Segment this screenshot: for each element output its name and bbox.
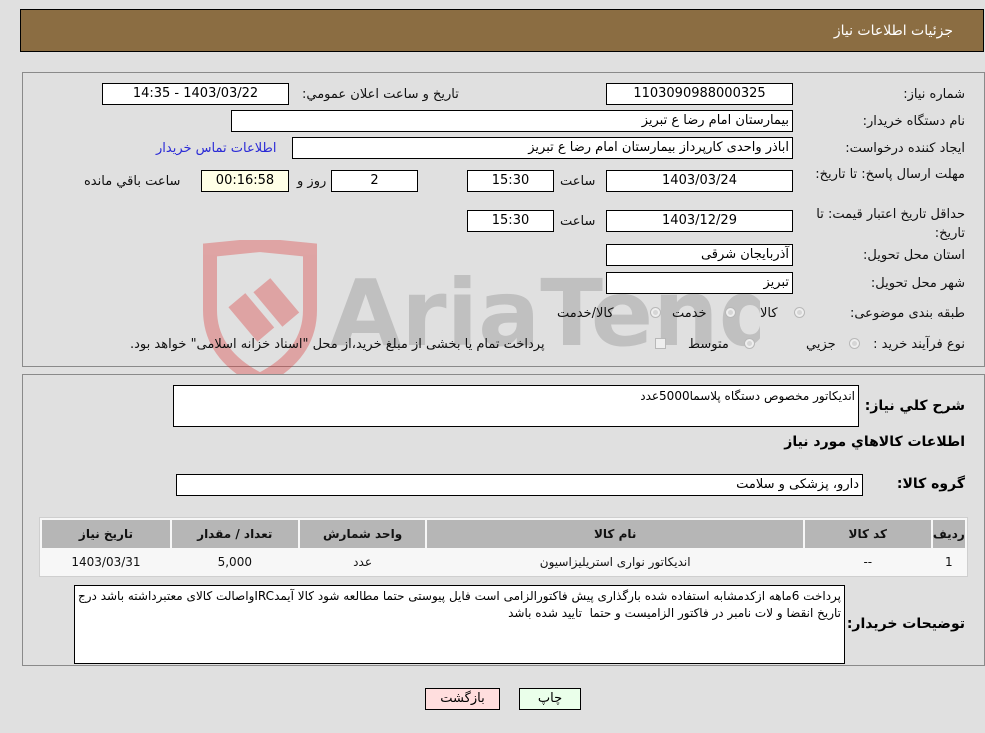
time-remaining-label: ساعت باقي مانده (84, 174, 181, 189)
col-need-date: تاریخ نیاز (42, 520, 170, 548)
col-unit: واحد شمارش (299, 520, 426, 548)
purchase-type-label: نوع فرآیند خرید : (873, 337, 965, 352)
category-radio-service[interactable] (725, 307, 736, 318)
price-validity-label: حداقل تاریخ اعتبار قیمت: تا تاریخ: (816, 207, 965, 241)
purchase-type-radio-medium[interactable] (744, 338, 755, 349)
col-row-number: ردیف (932, 520, 965, 548)
delivery-city-label: شهر محل تحویل: (870, 276, 965, 291)
summary-label: شرح كلي نیاز: (864, 398, 965, 414)
delivery-province-field[interactable]: آذربایجان شرقی (606, 244, 793, 266)
back-button[interactable]: بازگشت (425, 688, 500, 710)
need-number-label: شماره نیاز: (903, 87, 965, 102)
days-label: روز و (297, 174, 327, 189)
announce-datetime-field[interactable]: 1403/03/22 - 14:35 (102, 83, 289, 105)
category-option-service: خدمت (672, 306, 707, 321)
time-remaining-field: 00:16:58 (201, 170, 289, 192)
requester-label: ایجاد کننده درخواست: (845, 141, 965, 156)
table-row: 1 -- اندیکاتور نواری استریلیزاسیون عدد 5… (42, 550, 965, 574)
days-remaining-field[interactable]: 2 (331, 170, 418, 192)
col-goods-name: نام کالا (427, 520, 803, 548)
cell-row-number: 1 (932, 550, 965, 574)
page-header: جزئیات اطلاعات نیاز (20, 9, 984, 52)
reply-deadline-time-label: ساعت (560, 174, 596, 189)
page-title: جزئیات اطلاعات نیاز (833, 23, 953, 39)
reply-deadline-time-field[interactable]: 15:30 (467, 170, 554, 192)
reply-deadline-label: مهلت ارسال پاسخ: تا تاریخ: (815, 167, 965, 182)
price-validity-date-field[interactable]: 1403/12/29 (606, 210, 793, 232)
purchase-type-radio-minor[interactable] (849, 338, 860, 349)
summary-textarea[interactable]: اندیکاتور مخصوص دستگاه پلاسما5000عدد (173, 385, 859, 427)
print-button[interactable]: چاپ (519, 688, 581, 710)
buyer-notes-textarea[interactable]: پرداخت 6ماهه ازکدمشابه استفاده شده بارگذ… (74, 585, 845, 664)
treasury-note: پرداخت تمام یا بخشی از مبلغ خرید،از محل … (130, 337, 545, 352)
category-radio-goods-service[interactable] (650, 307, 661, 318)
cell-need-date: 1403/03/31 (42, 550, 170, 574)
price-validity-time-field[interactable]: 15:30 (467, 210, 554, 232)
buyer-org-field[interactable]: بیمارستان امام رضا ع تبریز (231, 110, 793, 132)
buyer-contact-link[interactable]: اطلاعات تماس خریدار (156, 141, 276, 156)
cell-goods-code: -- (804, 550, 931, 574)
category-radio-goods[interactable] (794, 307, 805, 318)
price-validity-time-label: ساعت (560, 214, 596, 229)
purchase-type-option-medium: متوسط (688, 337, 729, 352)
category-option-goods-service: کالا/خدمت (557, 306, 614, 321)
treasury-checkbox[interactable] (655, 338, 666, 349)
requester-field[interactable]: اباذر واحدی کارپرداز بیمارستان امام رضا … (292, 137, 793, 159)
category-label: طبقه بندی موضوعی: (849, 306, 965, 321)
cell-quantity: 5,000 (171, 550, 298, 574)
cell-goods-name: اندیکاتور نواری استریلیزاسیون (427, 550, 803, 574)
category-option-goods: کالا (760, 306, 778, 321)
buyer-org-label: نام دستگاه خریدار: (862, 114, 965, 129)
col-goods-code: کد کالا (804, 520, 931, 548)
goods-group-field[interactable]: دارو، پزشکی و سلامت (176, 474, 863, 496)
goods-group-label: گروه کالا: (896, 476, 965, 492)
announce-datetime-label: تاریخ و ساعت اعلان عمومي: (302, 87, 459, 102)
goods-info-title: اطلاعات كالاهاي مورد نیاز (784, 434, 965, 450)
purchase-type-option-minor: جزيي (806, 337, 836, 352)
cell-unit: عدد (299, 550, 426, 574)
goods-table-header: ردیف کد کالا نام کالا واحد شمارش تعداد /… (42, 520, 965, 548)
goods-table: ردیف کد کالا نام کالا واحد شمارش تعداد /… (39, 517, 968, 577)
delivery-province-label: استان محل تحویل: (863, 248, 965, 263)
buyer-notes-label: توضیحات خریدار: (846, 616, 965, 632)
col-quantity: تعداد / مقدار (171, 520, 298, 548)
delivery-city-field[interactable]: تبریز (606, 272, 793, 294)
need-number-field[interactable]: 1103090988000325 (606, 83, 793, 105)
reply-deadline-date-field[interactable]: 1403/03/24 (606, 170, 793, 192)
